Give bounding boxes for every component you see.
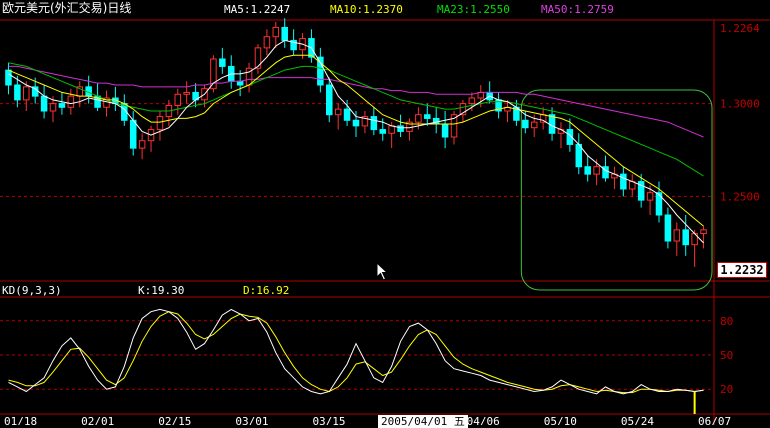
x-tick-label: 06/07 [698,415,731,425]
candle-body [174,93,182,106]
current-price-tag: 1.2232 [717,262,767,278]
ma5-label: MA5:1.2247 [224,3,291,16]
kd-tick-label: 80 [720,315,733,328]
mouse-pointer-icon [376,262,389,281]
k-value-label: K:19.30 [138,284,185,297]
candle-body [58,103,66,108]
cursor-date-tag: 2005/04/01 五 [378,415,468,428]
ma10-label: MA10:1.2370 [330,3,403,16]
ma5-line [8,39,704,244]
candle-body [664,214,672,242]
candle-body [236,80,244,86]
candle-body [254,47,262,69]
candle-body [468,97,476,105]
candle-body [575,143,583,168]
candle-body [620,173,627,190]
moving-average-lines [8,39,704,244]
candlestick-series [5,18,707,267]
candle-body [441,123,449,138]
candle-body [388,125,395,134]
candle-body [682,229,689,246]
candle-body [281,26,288,41]
candle-body [272,26,280,38]
candle-body [548,114,556,134]
price-tick-label: 1.3000 [720,98,760,111]
candle-body [183,91,190,95]
candle-body [522,119,529,129]
x-tick-label: 05/10 [544,415,577,425]
kd-title: KD(9,3,3) [2,284,62,297]
price-tick-label: 1.2500 [720,190,760,203]
candle-body [210,58,217,90]
candle-body [593,166,600,175]
x-tick-label: 03/15 [312,415,345,425]
d-value-label: D:16.92 [243,284,290,297]
candle-body [530,121,538,129]
candle-body [673,229,681,242]
candle-body [370,116,378,131]
chart-grid [0,19,770,425]
candle-body [424,114,431,119]
x-tick-label: 02/15 [158,415,191,425]
candle-body [129,119,137,149]
x-tick-label: 01/18 [4,415,37,425]
candle-body [156,116,164,131]
x-axis-ticks: 01/1802/0102/1503/0103/1503/2904/0605/10… [4,415,731,425]
candle-body [67,95,75,108]
candle-body [646,192,654,201]
d-line [8,311,704,394]
candle-body [326,84,333,116]
candle-body [415,114,422,123]
kd-tick-label: 20 [720,383,733,396]
candle-body [40,95,48,112]
candle-body [352,119,360,127]
y-axis-ticks: 1.3000 1.2500 1.2264 80 50 20 [720,22,760,396]
candle-body [23,86,30,101]
chart-title: 欧元美元(外汇交易)日线 [2,1,132,15]
candle-body [49,103,57,112]
k-line [8,308,704,395]
candle-body [14,84,21,101]
price-chart: 1.3000 1.2500 1.2264 80 50 20 01/18 02/01 02/15… [0,18,770,425]
price-tick-label: 1.2264 [720,22,760,35]
candle-body [5,69,12,86]
x-tick-label: 02/01 [81,415,114,425]
candle-body [219,58,226,67]
ma23-label: MA23:1.2550 [437,3,510,16]
ma50-label: MA50:1.2759 [541,3,614,16]
candle-body [138,140,146,149]
candle-body [379,129,386,134]
kd-lines [8,308,704,414]
candle-body [700,229,707,235]
kd-tick-label: 50 [720,349,733,362]
candle-body [343,108,351,121]
candle-body [263,36,271,49]
x-tick-label: 03/01 [235,415,268,425]
candle-body [397,125,404,132]
x-tick-label: 05/24 [621,415,654,425]
candle-body [584,166,591,175]
candle-body [334,108,342,116]
x-tick-label: 04/06 [467,415,500,425]
